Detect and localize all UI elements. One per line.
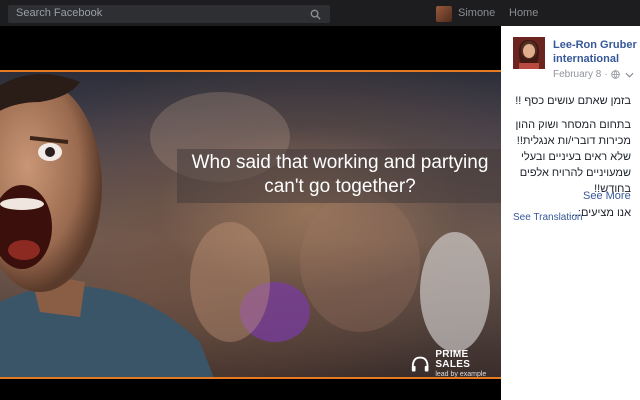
search-button[interactable] bbox=[302, 6, 328, 22]
post-meta: February 8 · bbox=[553, 69, 620, 80]
image-caption: Who said that working and partying can't… bbox=[177, 149, 501, 203]
post-image[interactable]: Who said that working and partying can't… bbox=[0, 70, 501, 379]
post-options-button[interactable] bbox=[625, 70, 634, 81]
crowd-blob bbox=[300, 192, 420, 332]
author-avatar[interactable] bbox=[513, 37, 545, 69]
chevron-down-icon bbox=[625, 72, 634, 78]
logo-tagline: lead by example bbox=[435, 371, 487, 378]
audience-separator: · bbox=[604, 69, 608, 80]
headset-icon bbox=[411, 356, 429, 371]
crowd-blob bbox=[420, 232, 490, 352]
logo-title: PRIME SALES bbox=[435, 349, 471, 370]
author-photo bbox=[513, 37, 545, 69]
post-panel: Lee-Ron Gruber international February 8 … bbox=[501, 26, 640, 400]
post-date[interactable]: February 8 bbox=[553, 69, 601, 80]
home-link[interactable]: Home bbox=[509, 7, 538, 19]
post-line-1: בזמן שאתם עושים כסף !! bbox=[515, 95, 631, 107]
search-input[interactable]: Search Facebook bbox=[8, 5, 330, 23]
post-text: בזמן שאתם עושים כסף !! בתחום המסחר ושוק … bbox=[511, 93, 631, 229]
search-icon bbox=[310, 9, 321, 20]
profile-avatar[interactable] bbox=[436, 6, 452, 22]
caption-line-1: Who said that working and partying bbox=[191, 152, 489, 173]
profile-name-link[interactable]: Simone bbox=[458, 7, 495, 19]
post-line-2: בתחום המסחר ושוק ההון מכירות דוברי/ות אנ… bbox=[515, 119, 631, 195]
author-name-line-1: Lee-Ron Gruber bbox=[553, 39, 637, 51]
globe-icon bbox=[610, 70, 620, 79]
author-name-link[interactable]: Lee-Ron Gruber international bbox=[553, 38, 637, 66]
prime-sales-logo: PRIME SALES lead by example bbox=[410, 349, 501, 378]
top-bar: Search Facebook Simone Home bbox=[0, 0, 640, 26]
search-placeholder: Search Facebook bbox=[16, 7, 103, 19]
see-translation-link[interactable]: See Translation bbox=[513, 212, 583, 223]
author-name-line-2: international bbox=[553, 53, 620, 65]
screaming-man bbox=[0, 74, 214, 377]
see-more-link[interactable]: See More bbox=[583, 190, 631, 202]
caption-line-2: can't go together? bbox=[264, 176, 416, 197]
